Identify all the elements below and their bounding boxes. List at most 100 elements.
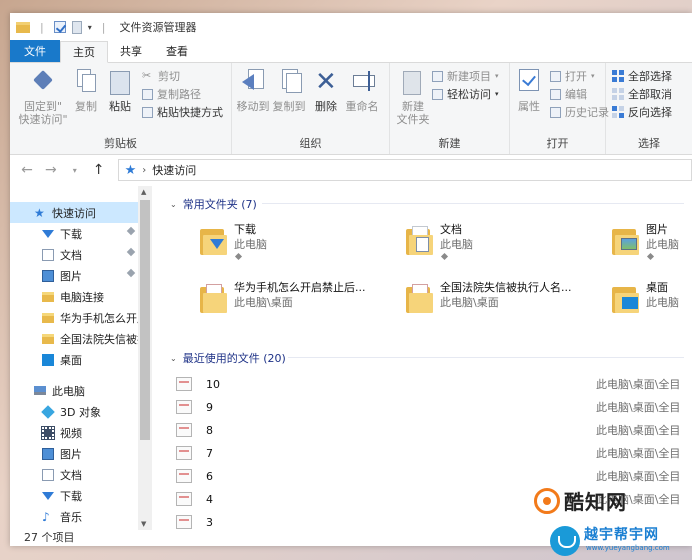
pin-icon (126, 247, 136, 257)
pin-icon (126, 268, 136, 278)
history-button[interactable]: 历史记录 (550, 104, 609, 120)
tab-share[interactable]: 共享 (108, 40, 154, 62)
nav-item-desktop[interactable]: 桌面 (10, 349, 138, 370)
customize-toolbar-chevron-icon[interactable]: ▾ (88, 23, 92, 32)
move-to-button[interactable]: 移动到 (236, 67, 270, 113)
select-none-icon (612, 88, 624, 100)
scroll-down-icon[interactable]: ▼ (141, 520, 146, 528)
folder-tile-desktop[interactable]: 桌面 此电脑 (608, 279, 692, 325)
open-button[interactable]: 打开 ▾ (550, 68, 595, 84)
pin-to-quick-access-button[interactable]: 固定到" 快速访问" (14, 67, 72, 126)
nav-item-this-pc[interactable]: 此电脑 (10, 380, 138, 401)
download-icon (42, 229, 54, 238)
properties-button[interactable]: 属性 (514, 67, 544, 113)
properties-icon[interactable] (53, 21, 66, 33)
chevron-down-icon: ▾ (495, 90, 499, 98)
folder-tile-pictures[interactable]: 图片 此电脑 (608, 221, 692, 267)
nav-item-folder[interactable]: 全国法院失信被执 (10, 328, 138, 349)
folder-tile-court[interactable]: 全国法院失信被执行人名... 此电脑\桌面 (402, 279, 592, 325)
folder-tile-downloads[interactable]: 下载 此电脑 (196, 221, 386, 267)
copy-to-button[interactable]: 复制到 (272, 67, 306, 113)
edit-button[interactable]: 编辑 (550, 86, 587, 102)
breadcrumb[interactable]: 快速访问 (152, 162, 196, 178)
paste-icon (110, 71, 130, 95)
nav-item-quick-access[interactable]: ★ 快速访问 (10, 202, 138, 223)
nav-scrollbar[interactable]: ▲ ▼ (138, 186, 152, 530)
desktop-folder-icon (608, 283, 639, 313)
file-explorer-window: | ▾ | 文件资源管理器 文件 主页 共享 查看 固定到" 快速访问" 复制 (10, 13, 692, 546)
new-item-icon (432, 70, 443, 82)
navigation-bar: ← → ▾ ↑ ★ › 快速访问 (10, 155, 692, 185)
copy-button[interactable]: 复制 (72, 67, 100, 113)
documents-folder-icon (402, 225, 433, 255)
tab-home[interactable]: 主页 (60, 41, 108, 63)
folder-tile-huawei[interactable]: 华为手机怎么开启禁止后... 此电脑\桌面 (196, 279, 386, 325)
nav-item-videos[interactable]: 视频 (10, 422, 138, 443)
nav-item-folder[interactable]: 华为手机怎么开启 (10, 307, 138, 328)
new-folder-icon[interactable] (71, 20, 82, 34)
paste-shortcut-button[interactable]: 粘贴快捷方式 (142, 104, 223, 120)
frequent-folders-header[interactable]: ⌄ 常用文件夹 (7) (170, 196, 257, 212)
delete-icon: ✕ (315, 67, 337, 97)
nav-item-documents[interactable]: 文档 (10, 244, 138, 265)
pictures-folder-icon (608, 225, 639, 255)
forward-arrow-icon[interactable]: → (42, 162, 60, 178)
invert-selection-button[interactable]: 反向选择 (612, 104, 672, 120)
folder-tile-documents[interactable]: 文档 此电脑 (402, 221, 592, 267)
open-icon (550, 70, 561, 82)
nav-item-pictures[interactable]: 图片 (10, 265, 138, 286)
scroll-up-icon[interactable]: ▲ (141, 188, 146, 196)
new-folder-button[interactable]: 新建 文件夹 (396, 67, 430, 126)
easy-access-button[interactable]: 轻松访问 ▾ (432, 86, 499, 102)
select-all-button[interactable]: 全部选择 (612, 68, 672, 84)
pin-icon (440, 252, 449, 261)
back-arrow-icon[interactable]: ← (18, 162, 36, 178)
paste-button[interactable]: 粘贴 (106, 67, 134, 113)
item-count: 27 个项目 (24, 531, 75, 544)
folder-icon[interactable] (16, 21, 30, 33)
nav-item-downloads[interactable]: 下载 (10, 485, 138, 506)
move-to-icon (242, 74, 254, 90)
recent-locations-chevron-icon[interactable]: ▾ (66, 166, 84, 175)
3d-objects-icon (41, 404, 55, 419)
rename-button[interactable]: 重命名 (342, 67, 382, 113)
picture-icon (42, 269, 54, 282)
window-title: 文件资源管理器 (119, 21, 197, 34)
nav-item-documents[interactable]: 文档 (10, 464, 138, 485)
tab-file[interactable]: 文件 (10, 40, 60, 62)
chevron-down-icon: ⌄ (170, 353, 177, 363)
quick-access-toolbar: | ▾ | (16, 20, 109, 34)
copy-path-button[interactable]: 复制路径 (142, 86, 201, 102)
nav-item-3d-objects[interactable]: 3D 对象 (10, 401, 138, 422)
recent-file-row[interactable]: 7 此电脑\桌面\全目 (176, 442, 692, 464)
cut-button[interactable]: ✂ 剪切 (142, 68, 180, 84)
ribbon-tabs: 文件 主页 共享 查看 (10, 40, 692, 63)
desktop-icon (42, 353, 54, 366)
properties-icon (519, 69, 539, 91)
computer-icon (34, 386, 46, 395)
delete-button[interactable]: ✕ 删除 (312, 67, 340, 113)
folder-icon (42, 312, 54, 323)
recent-file-row[interactable]: 9 此电脑\桌面\全目 (176, 396, 692, 418)
rename-icon (353, 71, 375, 91)
recent-file-row[interactable]: 8 此电脑\桌面\全目 (176, 419, 692, 441)
easy-access-icon (432, 88, 443, 100)
scrollbar-thumb[interactable] (140, 200, 150, 440)
star-icon: ★ (34, 205, 45, 220)
nav-item-pictures[interactable]: 图片 (10, 443, 138, 464)
recent-files-header[interactable]: ⌄ 最近使用的文件 (20) (170, 350, 286, 366)
file-list-pane: ⌄ 常用文件夹 (7) 下载 此电脑 文档 此电脑 图片 此电脑 华为手机怎么开… (152, 186, 692, 530)
nav-item-music[interactable]: ♪ 音乐 (10, 506, 138, 527)
nav-item-folder[interactable]: 电脑连接 (10, 286, 138, 307)
address-bar[interactable]: ★ › 快速访问 (117, 159, 692, 181)
nav-item-downloads[interactable]: 下载 (10, 223, 138, 244)
up-arrow-icon[interactable]: ↑ (90, 162, 108, 178)
new-folder-icon (403, 71, 421, 95)
recent-file-row[interactable]: 10 此电脑\桌面\全目 (176, 373, 692, 395)
new-item-button[interactable]: 新建项目 ▾ (432, 68, 499, 84)
select-none-button[interactable]: 全部取消 (612, 86, 672, 102)
tab-view[interactable]: 查看 (154, 40, 200, 62)
recent-file-row[interactable]: 6 此电脑\桌面\全目 (176, 465, 692, 487)
folder-icon (196, 283, 227, 313)
copy-path-icon (142, 88, 153, 100)
